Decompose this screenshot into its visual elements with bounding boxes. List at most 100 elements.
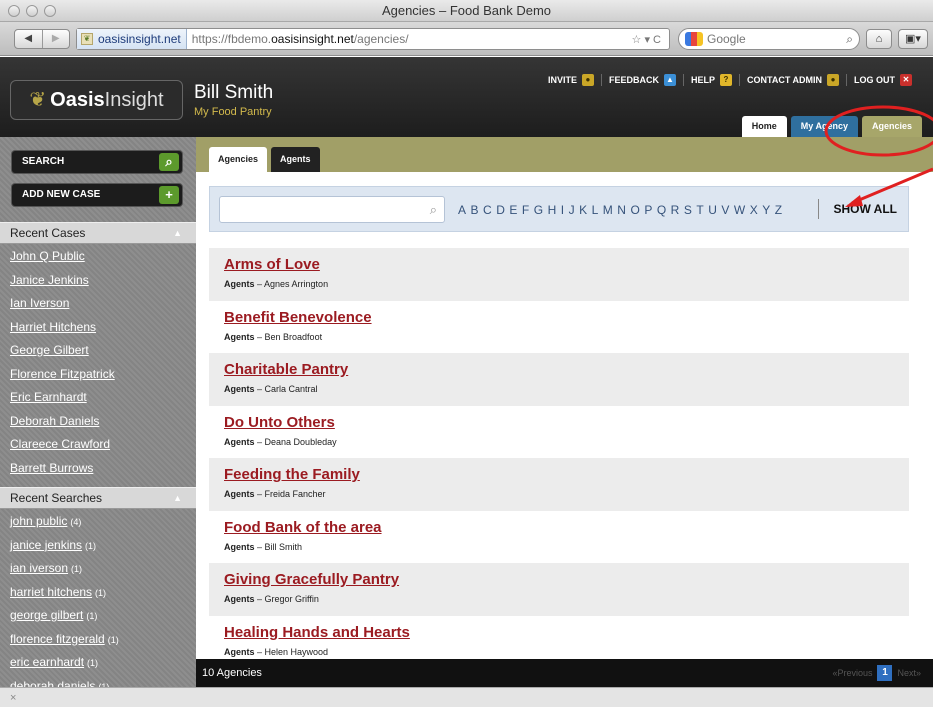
page-menu-icon[interactable]: ▣▾	[898, 29, 928, 49]
recent-search-link[interactable]: eric earnhardt (1)	[0, 651, 196, 675]
letter-link[interactable]: Q	[657, 203, 667, 217]
agency-name-link[interactable]: Do Unto Others	[224, 414, 894, 431]
letter-link[interactable]: O	[630, 203, 640, 217]
search-term: janice jenkins	[10, 537, 83, 552]
search-engine-box[interactable]: Google ⌕	[678, 28, 860, 50]
recent-case-link[interactable]: Harriet Hitchens	[0, 316, 196, 340]
letter-link[interactable]: H	[548, 203, 557, 217]
agency-name-link[interactable]: Healing Hands and Hearts	[224, 624, 894, 641]
back-button[interactable]: ◀	[15, 30, 42, 48]
agent-names: Helen Haywood	[264, 646, 329, 657]
show-all-link[interactable]: SHOW ALL	[818, 199, 897, 219]
recent-searches-header[interactable]: Recent Searches ▲	[0, 487, 196, 509]
subtab-agents[interactable]: Agents	[271, 147, 320, 172]
letter-link[interactable]: I	[561, 203, 565, 217]
agency-agents: Agents – Carla Cantral	[224, 384, 318, 394]
app-header: ❦ OasisInsight Bill Smith My Food Pantry …	[0, 57, 933, 137]
agency-name-link[interactable]: Benefit Benevolence	[224, 309, 894, 326]
site-identity-button[interactable]: ❦ oasisinsight.net	[77, 29, 187, 49]
letter-link[interactable]: K	[579, 203, 588, 217]
oasis-logo[interactable]: ❦ OasisInsight	[10, 80, 183, 120]
recent-search-link[interactable]: florence fitzgerald (1)	[0, 628, 196, 652]
recent-case-link[interactable]: John Q Public	[0, 245, 196, 269]
letter-link[interactable]: C	[483, 203, 492, 217]
collapse-icon[interactable]: ▲	[173, 223, 182, 244]
tab-my-agency[interactable]: My Agency	[790, 116, 858, 137]
search-icon[interactable]: ⌕	[846, 32, 853, 47]
help-link[interactable]: HELP?	[682, 74, 739, 86]
feedback-link[interactable]: FEEDBACK ▲	[600, 74, 683, 86]
add-new-case-button[interactable]: ADD NEW CASE +	[11, 183, 183, 207]
agency-agents: Agents – Bill Smith	[224, 541, 303, 552]
google-icon[interactable]	[685, 32, 703, 46]
url-path: /agencies/	[353, 32, 409, 46]
recent-case-link[interactable]: Ian Iverson	[0, 292, 196, 316]
letter-link[interactable]: L	[592, 203, 599, 217]
minimize-window-button[interactable]	[26, 5, 38, 17]
recent-case-link[interactable]: George Gilbert	[0, 339, 196, 363]
letter-link[interactable]: R	[671, 203, 680, 217]
subtab-agencies[interactable]: Agencies	[209, 147, 268, 172]
recent-cases-header[interactable]: Recent Cases ▲	[0, 222, 196, 244]
current-page-button[interactable]: 1	[877, 665, 893, 681]
agency-row: Charitable Pantry Agents – Carla Cantral	[209, 353, 909, 406]
contact-admin-link[interactable]: CONTACT ADMIN ●	[739, 74, 846, 86]
zoom-window-button[interactable]	[44, 5, 56, 17]
logo-light: Insight	[104, 89, 164, 111]
letter-link[interactable]: F	[522, 203, 530, 217]
invite-link[interactable]: INVITE ●	[541, 74, 601, 86]
letter-link[interactable]: X	[750, 203, 759, 217]
previous-page-link[interactable]: «Previous	[832, 659, 872, 687]
letter-link[interactable]: E	[509, 203, 518, 217]
recent-search-link[interactable]: janice jenkins (1)	[0, 534, 196, 558]
letter-link[interactable]: B	[471, 203, 480, 217]
recent-search-link[interactable]: harriet hitchens (1)	[0, 581, 196, 605]
tab-agencies[interactable]: Agencies	[861, 116, 922, 137]
search-button[interactable]: SEARCH ⌕	[11, 150, 183, 174]
letter-link[interactable]: W	[734, 203, 746, 217]
recent-searches-title: Recent Searches	[10, 491, 103, 505]
agency-name-link[interactable]: Giving Gracefully Pantry	[224, 571, 894, 588]
recent-search-link[interactable]: john public (4)	[0, 510, 196, 534]
address-bar[interactable]: ❦ oasisinsight.net https://fbdemo.oasisi…	[76, 28, 670, 50]
recent-search-link[interactable]: george gilbert (1)	[0, 604, 196, 628]
recent-case-link[interactable]: Janice Jenkins	[0, 269, 196, 293]
letter-link[interactable]: J	[569, 203, 576, 217]
letter-link[interactable]: M	[603, 203, 614, 217]
agency-name-link[interactable]: Feeding the Family	[224, 466, 894, 483]
agency-name-link[interactable]: Charitable Pantry	[224, 361, 894, 378]
letter-link[interactable]: A	[458, 203, 467, 217]
collapse-icon[interactable]: ▲	[173, 488, 182, 509]
recent-case-link[interactable]: Deborah Daniels	[0, 410, 196, 434]
url-text[interactable]: https://fbdemo.oasisinsight.net/agencies…	[187, 32, 632, 46]
letter-link[interactable]: S	[684, 203, 693, 217]
agency-search-input[interactable]: ⌕	[219, 196, 445, 223]
recent-case-link[interactable]: Florence Fitzpatrick	[0, 363, 196, 387]
next-page-link[interactable]: Next»	[897, 659, 921, 687]
letter-link[interactable]: V	[721, 203, 730, 217]
forward-button[interactable]: ▶	[41, 30, 70, 48]
agency-name-link[interactable]: Food Bank of the area	[224, 519, 894, 536]
close-statusbar-icon[interactable]: ×	[10, 692, 16, 704]
letter-link[interactable]: G	[534, 203, 544, 217]
recent-case-link[interactable]: Eric Earnhardt	[0, 386, 196, 410]
window-controls[interactable]	[8, 5, 56, 17]
letter-link[interactable]: D	[496, 203, 505, 217]
home-button[interactable]: ⌂	[866, 29, 892, 49]
recent-case-link[interactable]: Barrett Burrows	[0, 457, 196, 481]
close-window-button[interactable]	[8, 5, 20, 17]
letter-link[interactable]: U	[708, 203, 717, 217]
bookmark-star-icon[interactable]: ☆ ▾ C	[632, 33, 669, 46]
recent-case-link[interactable]: Clareece Crawford	[0, 433, 196, 457]
tab-home[interactable]: Home	[741, 116, 787, 137]
letter-link[interactable]: N	[617, 203, 626, 217]
agency-name-link[interactable]: Arms of Love	[224, 256, 894, 273]
nav-buttons: ◀ ▶	[14, 29, 70, 49]
log-out-link[interactable]: LOG OUT ✕	[846, 74, 919, 86]
letter-link[interactable]: Y	[762, 203, 771, 217]
letter-link[interactable]: T	[696, 203, 704, 217]
agency-agents: Agents – Freida Fancher	[224, 489, 326, 499]
letter-link[interactable]: Z	[775, 203, 783, 217]
recent-search-link[interactable]: ian iverson (1)	[0, 557, 196, 581]
letter-link[interactable]: P	[644, 203, 653, 217]
